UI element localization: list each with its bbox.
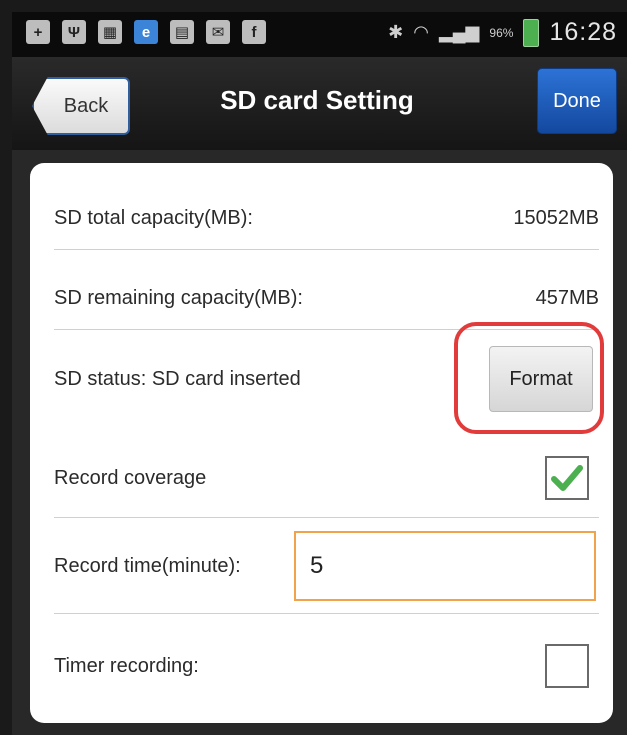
bluetooth-icon: ✱ [388,22,404,42]
battery-percent: 96% [489,25,514,40]
divider [54,249,599,250]
plus-icon: + [26,20,50,44]
total-capacity-label: SD total capacity(MB): [54,206,253,229]
remaining-capacity-label: SD remaining capacity(MB): [54,286,303,309]
record-time-label: Record time(minute): [54,554,241,577]
remaining-capacity-value: 457MB [535,286,599,309]
sd-status-label: SD status: SD card inserted [54,367,301,390]
notification-icons: + Ψ ▦ e ▤ ✉ f [26,20,266,44]
gallery-icon: ▦ [98,20,122,44]
browser-icon: e [134,20,158,44]
highlight-circle [454,322,604,434]
record-coverage-label: Record coverage [54,466,207,489]
settings-panel: SD total capacity(MB): 15052MB SD remain… [30,163,613,723]
divider [54,517,599,518]
status-right: ✱ ◠ ▂▄▆ 96% 16:28 [388,18,617,47]
battery-icon [523,18,540,47]
back-button[interactable]: Back [32,77,130,135]
timer-recording-label: Timer recording: [54,654,199,677]
signal-icon: ▂▄▆ [438,22,480,42]
status-bar: + Ψ ▦ e ▤ ✉ f ✱ ◠ ▂▄▆ 96% 16:28 [12,12,627,57]
record-coverage-checkbox[interactable] [545,456,589,500]
page-title: SD card Setting [220,85,414,115]
checkmark-icon [551,465,583,491]
done-button[interactable]: Done [537,68,617,134]
facebook-icon: f [242,20,266,44]
usb-icon: Ψ [62,20,86,44]
content-area: SD total capacity(MB): 15052MB SD remain… [12,150,627,735]
clock: 16:28 [549,18,617,46]
divider [54,613,599,614]
phone-screen: + Ψ ▦ e ▤ ✉ f ✱ ◠ ▂▄▆ 96% 16:28 Back SD … [0,0,627,735]
title-bar: Back SD card Setting Done [12,57,627,150]
timer-recording-checkbox[interactable] [545,644,589,688]
wifi-icon: ◠ [413,22,429,42]
record-time-input[interactable] [294,531,596,601]
total-capacity-value: 15052MB [513,206,599,229]
remaining-capacity-row: SD remaining capacity(MB): 457MB [54,273,599,323]
mail-icon: ✉ [206,20,230,44]
timer-recording-row: Timer recording: [54,640,599,692]
total-capacity-row: SD total capacity(MB): 15052MB [54,193,599,243]
document-icon: ▤ [170,20,194,44]
record-coverage-row: Record coverage [54,453,599,503]
